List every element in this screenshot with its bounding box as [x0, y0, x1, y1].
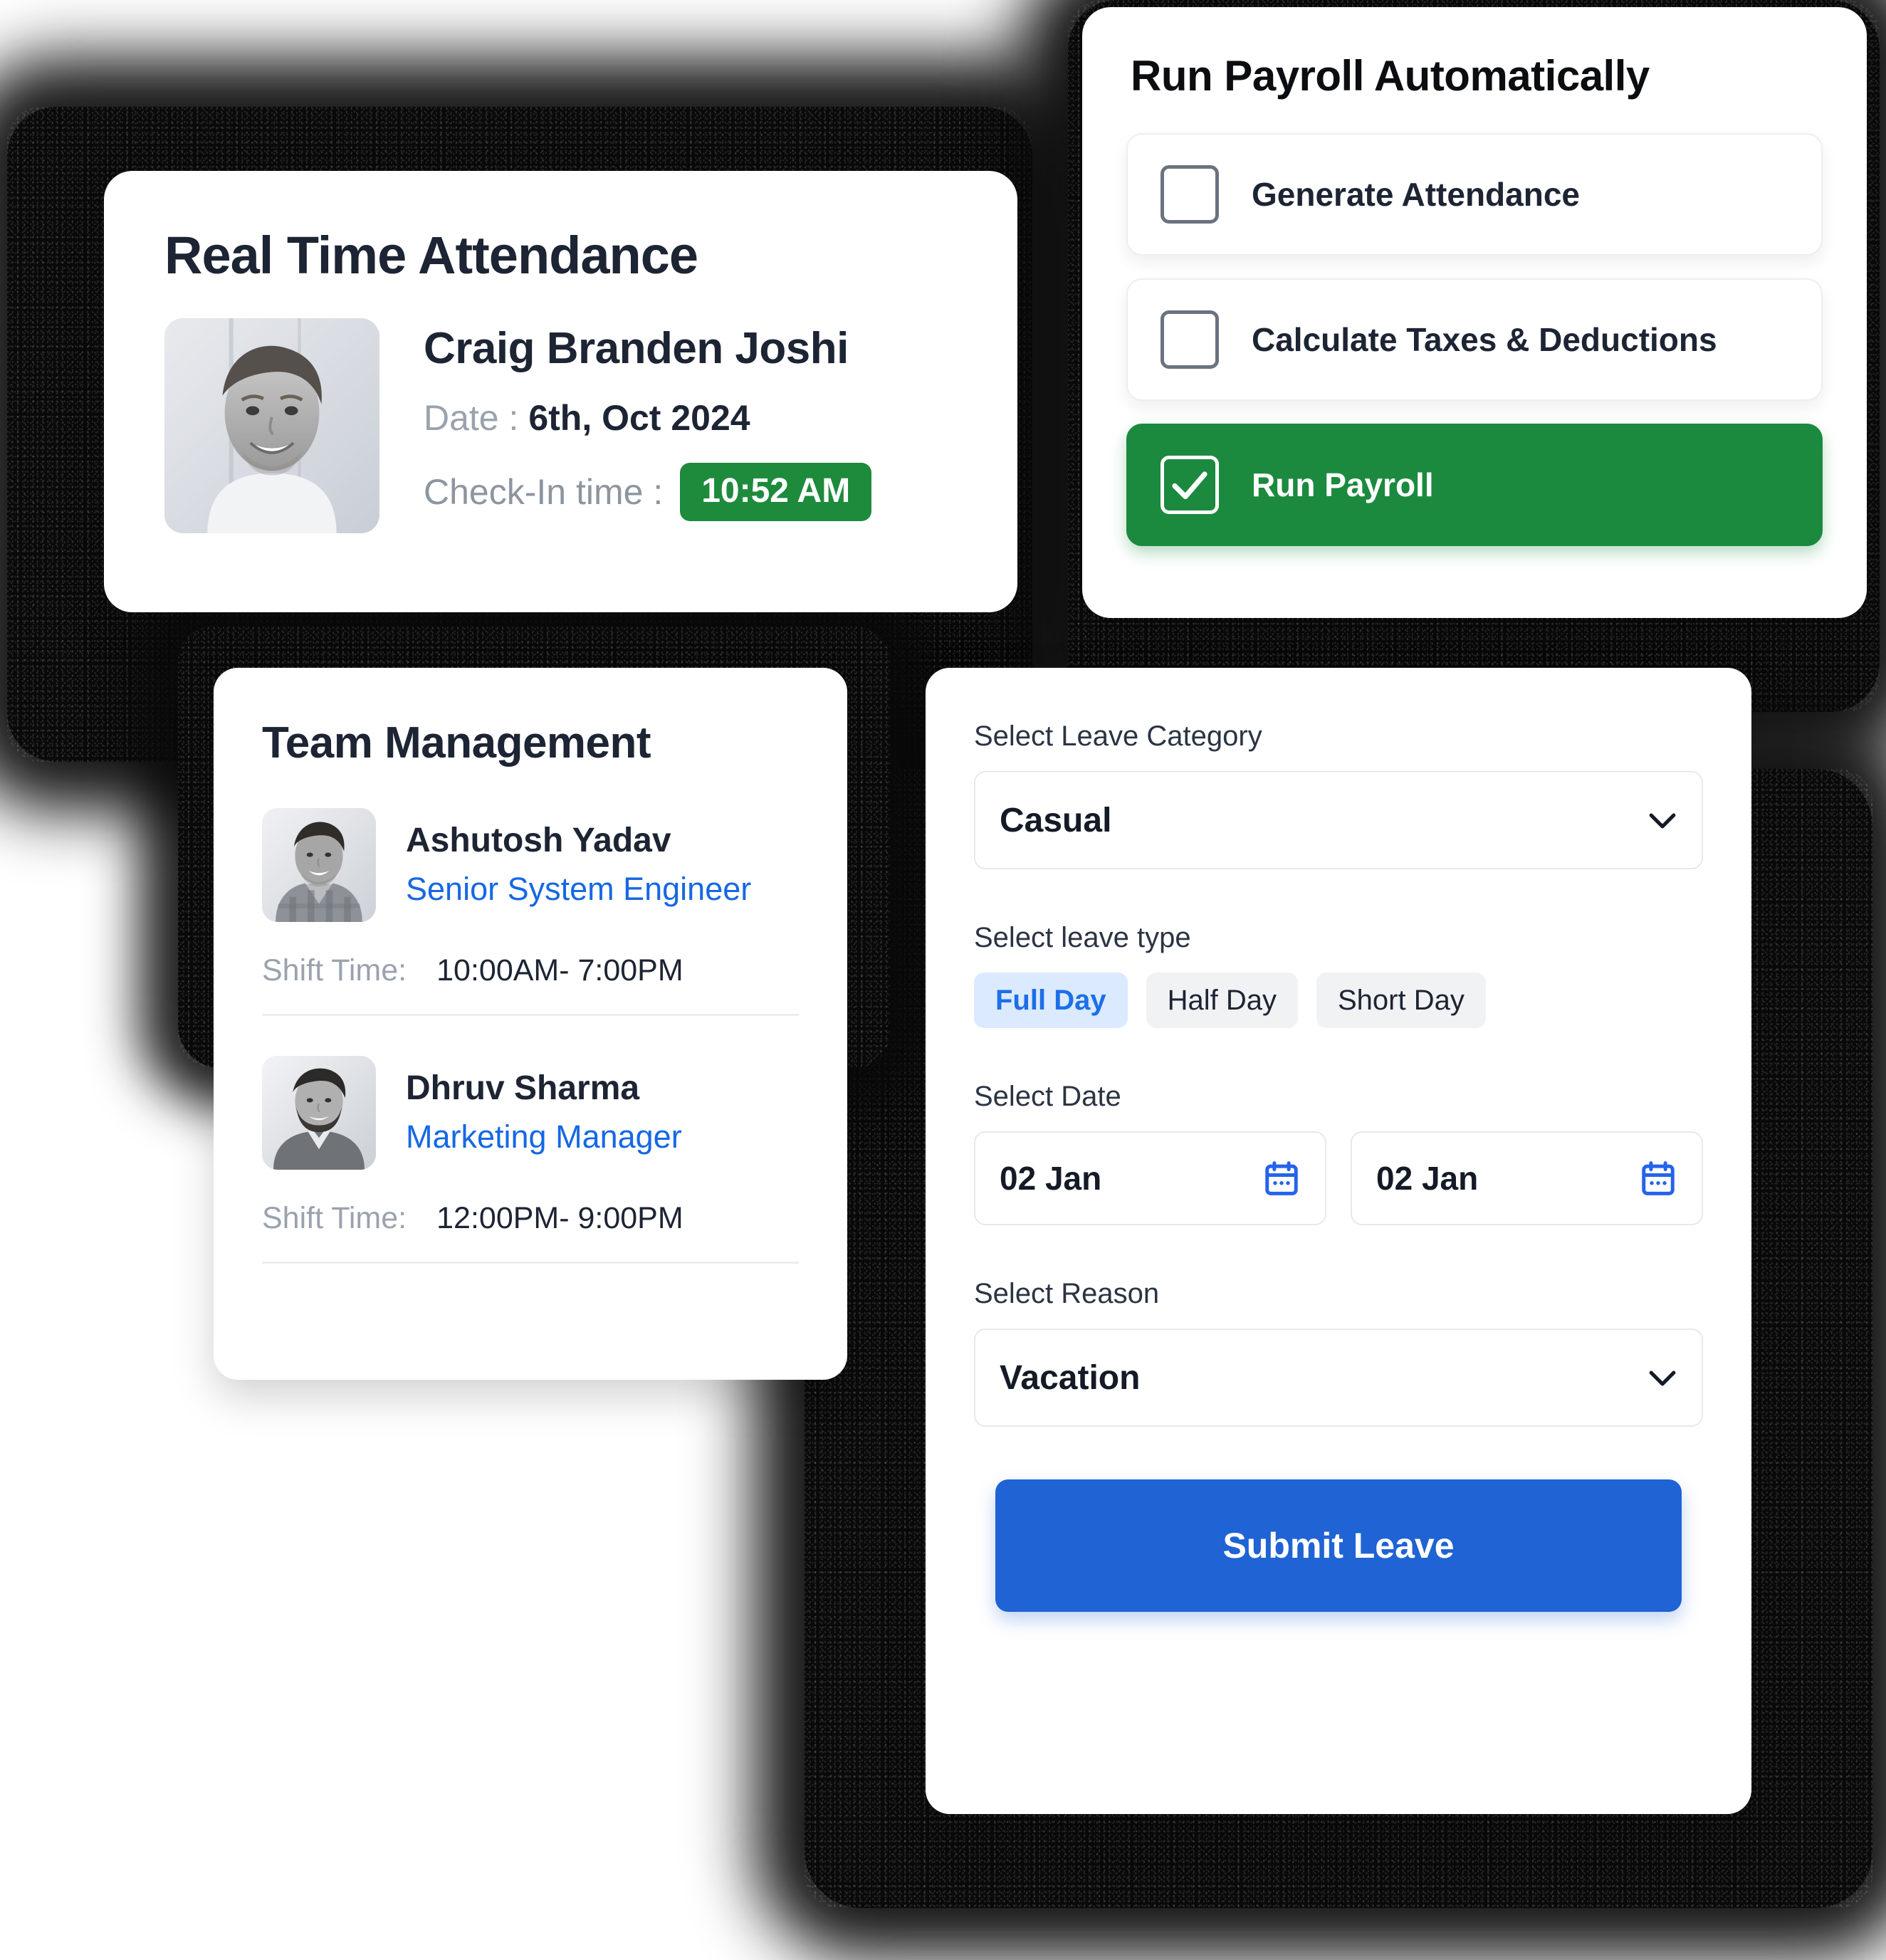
- member-name: Dhruv Sharma: [406, 1069, 640, 1107]
- employee-avatar: [164, 318, 379, 533]
- date-value: 6th, Oct 2024: [528, 398, 750, 439]
- divider: [262, 1262, 799, 1264]
- payroll-item-label: Run Payroll: [1252, 466, 1434, 503]
- attendance-info: Craig Branden Joshi Date : 6th, Oct 2024…: [424, 318, 872, 522]
- payroll-item-generate-attendance[interactable]: Generate Attendance: [1126, 133, 1823, 256]
- leave-type-half-day[interactable]: Half Day: [1146, 973, 1298, 1028]
- member-shift-row: Shift Time: 10:00AM- 7:00PM: [262, 953, 847, 988]
- submit-leave-button[interactable]: Submit Leave: [995, 1479, 1682, 1612]
- payroll-item-calculate-taxes[interactable]: Calculate Taxes & Deductions: [1126, 278, 1823, 401]
- member-info: Ashutosh Yadav Senior System Engineer: [406, 822, 751, 908]
- date-to-field[interactable]: 02 Jan: [1351, 1131, 1703, 1225]
- member-avatar: [262, 1056, 376, 1170]
- payroll-item-run-payroll[interactable]: Run Payroll: [1126, 424, 1823, 546]
- date-to-value: 02 Jan: [1376, 1160, 1479, 1197]
- payroll-checklist: Generate Attendance Calculate Taxes & De…: [1126, 133, 1823, 546]
- payroll-item-label: Generate Attendance: [1252, 176, 1580, 213]
- leave-type-full-day[interactable]: Full Day: [974, 973, 1128, 1028]
- checkbox-icon[interactable]: [1161, 310, 1219, 369]
- calendar-icon[interactable]: [1262, 1158, 1301, 1198]
- shift-time-label: Shift Time:: [262, 953, 407, 987]
- leave-category-select[interactable]: Casual: [974, 771, 1703, 869]
- employee-name: Craig Branden Joshi: [424, 324, 849, 373]
- leave-reason-select[interactable]: Vacation: [974, 1328, 1703, 1427]
- real-time-attendance-card: Real Time Attendance Craig Branden Joshi…: [104, 171, 1017, 612]
- leave-category-label: Select Leave Category: [974, 720, 1262, 752]
- checkin-row: Check-In time : 10:52 AM: [424, 463, 872, 522]
- leave-type-short-day[interactable]: Short Day: [1316, 973, 1486, 1028]
- member-shift-row: Shift Time: 12:00PM- 9:00PM: [262, 1201, 847, 1236]
- select-date-label: Select Date: [974, 1081, 1121, 1112]
- run-payroll-card: Run Payroll Automatically Generate Atten…: [1082, 7, 1867, 618]
- leave-reason-value: Vacation: [1000, 1358, 1141, 1397]
- date-label: Date :: [424, 398, 519, 439]
- member-name: Ashutosh Yadav: [406, 821, 671, 859]
- member-avatar: [262, 808, 376, 922]
- date-from-value: 02 Jan: [1000, 1160, 1102, 1197]
- payroll-card-title: Run Payroll Automatically: [1131, 52, 1650, 100]
- checkbox-icon[interactable]: [1161, 165, 1219, 224]
- checkbox-checked-icon[interactable]: [1161, 456, 1219, 514]
- date-range-row: 02 Jan 02 Jan: [974, 1131, 1703, 1225]
- chevron-down-icon[interactable]: [1649, 806, 1676, 834]
- team-member-row[interactable]: Dhruv Sharma Marketing Manager: [262, 1056, 847, 1170]
- attendance-body: Craig Branden Joshi Date : 6th, Oct 2024…: [164, 318, 1017, 533]
- member-info: Dhruv Sharma Marketing Manager: [406, 1069, 682, 1156]
- leave-type-label: Select leave type: [974, 922, 1191, 953]
- attendance-card-title: Real Time Attendance: [164, 226, 698, 285]
- leave-type-options: Full Day Half Day Short Day: [974, 973, 1703, 1028]
- payroll-item-label: Calculate Taxes & Deductions: [1252, 321, 1717, 358]
- member-role[interactable]: Senior System Engineer: [406, 871, 751, 908]
- divider: [262, 1014, 799, 1016]
- leave-request-card: Select Leave Category Casual Select leav…: [926, 668, 1751, 1814]
- shift-time-value: 10:00AM- 7:00PM: [436, 953, 683, 987]
- checkin-time-badge: 10:52 AM: [680, 463, 872, 522]
- leave-form: Select Leave Category Casual Select leav…: [926, 668, 1751, 1612]
- screenshot-stage: Real Time Attendance Craig Branden Joshi…: [0, 0, 1886, 1960]
- attendance-date-row: Date : 6th, Oct 2024: [424, 397, 871, 439]
- chevron-down-icon[interactable]: [1649, 1363, 1676, 1392]
- member-role[interactable]: Marketing Manager: [406, 1118, 682, 1155]
- leave-category-value: Casual: [1000, 801, 1112, 839]
- team-member-row[interactable]: Ashutosh Yadav Senior System Engineer: [262, 808, 847, 922]
- team-card-title: Team Management: [262, 718, 651, 767]
- calendar-icon[interactable]: [1639, 1158, 1677, 1198]
- shift-time-value: 12:00PM- 9:00PM: [436, 1201, 683, 1235]
- shift-time-label: Shift Time:: [262, 1201, 407, 1235]
- date-from-field[interactable]: 02 Jan: [974, 1131, 1326, 1225]
- checkin-label: Check-In time :: [424, 472, 664, 513]
- select-reason-label: Select Reason: [974, 1278, 1160, 1309]
- team-management-card: Team Management Ashutosh Yadav Senior Sy…: [214, 668, 847, 1380]
